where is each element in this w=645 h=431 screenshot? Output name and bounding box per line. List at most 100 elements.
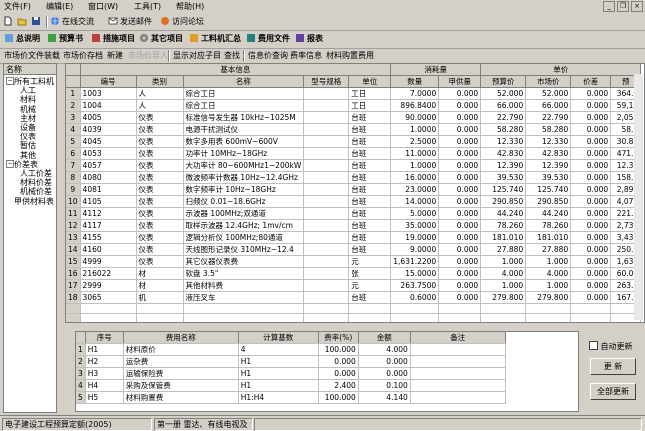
cell-diff[interactable]: 0.000	[570, 87, 612, 100]
cell-market[interactable]: 39.530	[525, 171, 572, 184]
cell-supplied[interactable]: 0.000	[438, 195, 482, 208]
cell-name[interactable]: 功率计 10MHz~18GHz	[183, 147, 305, 160]
cell-diff[interactable]: 0.000	[570, 99, 612, 112]
cell-qty[interactable]: 2.5000	[390, 135, 440, 148]
column-header[interactable]: 数量	[390, 75, 440, 88]
load-market-price-button[interactable]: 市场价文件装载	[4, 50, 60, 61]
send-mail-button[interactable]: 发送邮件	[108, 16, 152, 27]
fee-cell-name[interactable]: 运杂费	[123, 355, 239, 368]
cell-budget[interactable]: 12.390	[480, 159, 527, 172]
cell-cat[interactable]: 仪表	[136, 195, 184, 208]
tree-expand-icon[interactable]: −	[6, 77, 14, 85]
cell-qty[interactable]: 5.0000	[390, 207, 440, 220]
cell-spec[interactable]	[303, 111, 350, 124]
general-notes-button[interactable]: 总说明	[4, 33, 40, 44]
cell-qty[interactable]: 23.0000	[390, 183, 440, 196]
fee-cell-rate[interactable]: 0.000	[318, 355, 359, 368]
cell-name[interactable]: 微波频率计数器 10Hz~12.4GHz	[183, 171, 305, 184]
cell-code[interactable]: 1004	[80, 99, 137, 112]
fee-column-header[interactable]: 费率(%)	[318, 332, 359, 344]
table-row[interactable]: 16 216022 材软盘 3.5" 张 15.0000 0.000 4.000 4.000 0…	[66, 267, 642, 280]
cell-diff[interactable]: 0.000	[570, 195, 612, 208]
menu-help[interactable]: 帮助(H)	[176, 1, 204, 12]
info-price-query-button[interactable]: 信息价查询	[248, 50, 288, 61]
cell-unit[interactable]: 台班	[348, 111, 392, 124]
cell-spec[interactable]	[303, 207, 350, 220]
cell-market[interactable]: 58.280	[525, 123, 572, 136]
cell-supplied[interactable]: 0.000	[438, 135, 482, 148]
cell-cat[interactable]: 仪表	[136, 219, 184, 232]
table-row[interactable]: 8 4080 仪表 微波频率计数器 10Hz~12.4GHz 台班 16.0000 0.00…	[66, 171, 642, 184]
table-row[interactable]: 1 1003 人综合工日 工日 7.0000 0.000 52.000 52.000 0.000…	[66, 87, 642, 100]
cell-code[interactable]: 4999	[80, 255, 137, 268]
cell-name[interactable]: 大功率计 80~600MHz1~200kW	[183, 159, 305, 172]
other-items-button[interactable]: 其它项目	[139, 33, 183, 44]
fee-cell-amount[interactable]: 4.000	[358, 343, 411, 356]
fee-cell-rate[interactable]: 100.000	[318, 391, 359, 404]
cell-diff[interactable]: 0.000	[570, 123, 612, 136]
cell-code[interactable]: 4080	[80, 171, 137, 184]
save-icon[interactable]	[31, 16, 43, 26]
measures-button[interactable]: 措施项目	[91, 33, 135, 44]
cell-diff[interactable]: 0.000	[570, 279, 612, 292]
open-folder-icon[interactable]	[17, 16, 29, 26]
cell-diff[interactable]: 0.000	[570, 231, 612, 244]
fee-rate-info-button[interactable]: 费率信息	[290, 50, 322, 61]
cell-market[interactable]: 4.000	[525, 267, 572, 280]
minimize-icon[interactable]: _	[603, 1, 615, 12]
cell-supplied[interactable]: 0.000	[438, 243, 482, 256]
cell-unit[interactable]: 台班	[348, 159, 392, 172]
cell-cat[interactable]: 仪表	[136, 255, 184, 268]
cell-budget[interactable]: 1.000	[480, 255, 527, 268]
cell-supplied[interactable]: 0.000	[438, 267, 482, 280]
cell-diff[interactable]: 0.000	[570, 135, 612, 148]
table-row[interactable]: 13 4155 仪表 逻辑分析仪 100MHz;80通道 台班 19.0000 0.000 1…	[66, 231, 642, 244]
new-button[interactable]: 新建	[107, 50, 123, 61]
cell-qty[interactable]: 7.0000	[390, 87, 440, 100]
fee-cell-name[interactable]: 材料原价	[123, 343, 239, 356]
cell-diff[interactable]: 0.000	[570, 219, 612, 232]
fee-row[interactable]: 2 H2 运杂费 H1 0.000 0.000	[76, 355, 506, 368]
cell-diff[interactable]: 0.000	[570, 111, 612, 124]
cell-market[interactable]: 22.790	[525, 111, 572, 124]
fee-cell-name[interactable]: 采购及保管费	[123, 379, 239, 392]
cell-spec[interactable]	[303, 171, 350, 184]
cell-cat[interactable]: 机	[136, 291, 184, 304]
cell-name[interactable]: 示波器 100MHz;双通道	[183, 207, 305, 220]
table-row[interactable]: 5 4045 仪表 数字多用表 600mV~600V 台班 2.5000 0.000 12.3…	[66, 135, 642, 148]
fee-file-button[interactable]: 费用文件	[246, 33, 290, 44]
cell-spec[interactable]	[303, 231, 350, 244]
cell-diff[interactable]: 0.000	[570, 207, 612, 220]
cell-budget[interactable]: 52.000	[480, 87, 527, 100]
table-row[interactable]: 2 1004 人综合工日 工日 896.8400 0.000 66.000 66.000 0.0…	[66, 99, 642, 112]
cell-market[interactable]: 125.740	[525, 183, 572, 196]
column-header[interactable]: 甲供量	[438, 75, 482, 88]
cell-cat[interactable]: 仪表	[136, 111, 184, 124]
cell-unit[interactable]: 工日	[348, 99, 392, 112]
cell-code[interactable]: 4160	[80, 243, 137, 256]
cell-name[interactable]: 软盘 3.5"	[183, 267, 305, 280]
cell-qty[interactable]: 15.0000	[390, 267, 440, 280]
cell-spec[interactable]	[303, 99, 350, 112]
cell-diff[interactable]: 0.000	[570, 183, 612, 196]
cell-name[interactable]: 标准信号发生器 10kHz~1025M	[183, 111, 305, 124]
cell-diff[interactable]: 0.000	[570, 291, 612, 304]
cell-unit[interactable]: 台班	[348, 207, 392, 220]
fee-cell-no[interactable]: H1	[85, 343, 124, 356]
table-row[interactable]: 7 4057 仪表 大功率计 80~600MHz1~200kW 台班 1.0000 0.00…	[66, 159, 642, 172]
fee-cell-name[interactable]: 材料购置费	[123, 391, 239, 404]
fee-cell-amount[interactable]: 4.140	[358, 391, 411, 404]
cell-qty[interactable]: 14.0000	[390, 195, 440, 208]
table-row[interactable]: 18 3065 机液压叉车 台班 0.6000 0.000 279.800 279.800 0.…	[66, 291, 642, 304]
fee-cell-name[interactable]: 运输保险费	[123, 367, 239, 380]
cell-spec[interactable]	[303, 147, 350, 160]
cell-market[interactable]: 42.830	[525, 147, 572, 160]
cell-supplied[interactable]: 0.000	[438, 291, 482, 304]
menu-file[interactable]: 文件(F)	[4, 1, 31, 12]
cell-spec[interactable]	[303, 135, 350, 148]
cell-name[interactable]: 数字多用表 600mV~600V	[183, 135, 305, 148]
cell-name[interactable]: 综合工日	[183, 99, 305, 112]
cell-name[interactable]: 数字频率计 10Hz~18GHz	[183, 183, 305, 196]
cell-budget[interactable]: 27.880	[480, 243, 527, 256]
cell-supplied[interactable]: 0.000	[438, 231, 482, 244]
